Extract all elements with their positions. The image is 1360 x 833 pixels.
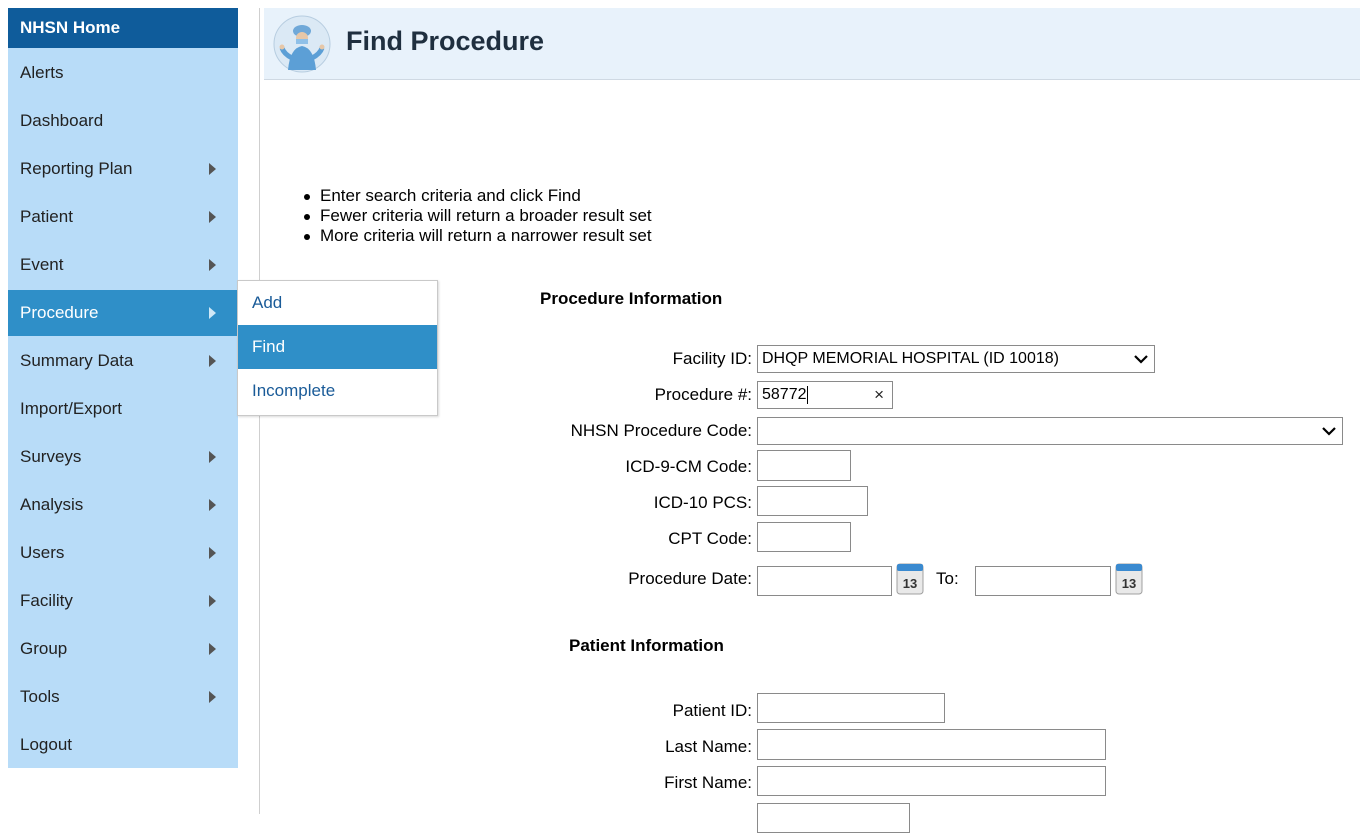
patient-id-input[interactable] bbox=[757, 693, 945, 723]
last-name-input[interactable] bbox=[757, 729, 1106, 760]
sidebar-item-label: Facility bbox=[20, 591, 73, 610]
icd9-label: ICD-9-CM Code: bbox=[625, 457, 752, 476]
procedure-flyout-menu: Add Find Incomplete bbox=[237, 280, 438, 416]
sidebar-item-label: Analysis bbox=[20, 495, 84, 514]
sidebar-item-logout[interactable]: Logout bbox=[8, 722, 238, 768]
procedure-date-from-input[interactable] bbox=[757, 566, 892, 596]
instruction-item: Fewer criteria will return a broader res… bbox=[300, 206, 652, 226]
chevron-right-icon bbox=[209, 307, 216, 319]
sidebar-item-label: Group bbox=[20, 639, 68, 658]
instructions-list: Enter search criteria and click Find Few… bbox=[300, 186, 652, 246]
sidebar-item-import-export[interactable]: Import/Export bbox=[8, 386, 238, 432]
sidebar-item-label: Procedure bbox=[20, 303, 99, 322]
ssn-input[interactable] bbox=[757, 803, 910, 833]
sidebar-item-nhsn-home[interactable]: NHSN Home bbox=[8, 8, 238, 48]
nhsn-procedure-code-label: NHSN Procedure Code: bbox=[570, 421, 752, 440]
sidebar-item-summary-data[interactable]: Summary Data bbox=[8, 338, 238, 384]
cpt-input[interactable] bbox=[757, 522, 851, 552]
sidebar-item-users[interactable]: Users bbox=[8, 530, 238, 576]
facility-selected-value: DHQP MEMORIAL HOSPITAL (ID 10018) bbox=[762, 350, 1059, 367]
sidebar-item-label: Alerts bbox=[20, 63, 64, 82]
chevron-right-icon bbox=[209, 547, 216, 559]
icd10-input[interactable] bbox=[757, 486, 868, 516]
sidebar-item-procedure[interactable]: Procedure bbox=[8, 290, 238, 336]
sidebar-item-label: Summary Data bbox=[20, 351, 134, 370]
sidebar-item-reporting-plan[interactable]: Reporting Plan bbox=[8, 146, 238, 192]
sidebar-item-label: Users bbox=[20, 543, 65, 562]
sidebar-item-dashboard[interactable]: Dashboard bbox=[8, 98, 238, 144]
chevron-right-icon bbox=[209, 259, 216, 271]
chevron-down-icon bbox=[1134, 355, 1148, 364]
sidebar-item-surveys[interactable]: Surveys bbox=[8, 434, 238, 480]
procedure-number-label: Procedure #: bbox=[654, 385, 752, 404]
sidebar-nav: NHSN Home Alerts Dashboard Reporting Pla… bbox=[8, 8, 238, 768]
sidebar-item-label: Reporting Plan bbox=[20, 159, 133, 178]
to-label: To: bbox=[936, 569, 959, 588]
procedure-date-label: Procedure Date: bbox=[628, 569, 752, 588]
chevron-right-icon bbox=[209, 499, 216, 511]
clear-icon[interactable]: × bbox=[874, 382, 884, 408]
calendar-icon[interactable]: 13 bbox=[896, 561, 924, 595]
sidebar-item-label: Logout bbox=[20, 735, 72, 754]
text-cursor bbox=[806, 385, 808, 404]
sidebar-item-event[interactable]: Event bbox=[8, 242, 238, 288]
chevron-down-icon bbox=[1322, 427, 1336, 436]
procedure-number-input[interactable]: 58772 × bbox=[757, 381, 893, 409]
surgeon-icon bbox=[273, 15, 331, 73]
sidebar-item-label: Tools bbox=[20, 687, 60, 706]
chevron-right-icon bbox=[209, 355, 216, 367]
page-title: Find Procedure bbox=[346, 26, 545, 56]
patient-section-title: Patient Information bbox=[569, 636, 724, 655]
sidebar-item-alerts[interactable]: Alerts bbox=[8, 50, 238, 96]
first-name-label: First Name: bbox=[664, 773, 752, 792]
procedure-date-to-input[interactable] bbox=[975, 566, 1111, 596]
calendar-day-text: 13 bbox=[1122, 576, 1136, 591]
sidebar-item-patient[interactable]: Patient bbox=[8, 194, 238, 240]
sidebar-item-facility[interactable]: Facility bbox=[8, 578, 238, 624]
procedure-number-value: 58772 bbox=[762, 386, 807, 403]
patient-id-label: Patient ID: bbox=[672, 701, 752, 720]
instruction-item: More criteria will return a narrower res… bbox=[300, 226, 652, 246]
sidebar-item-label: Dashboard bbox=[20, 111, 104, 130]
cpt-label: CPT Code: bbox=[668, 529, 752, 548]
sidebar-item-label: Patient bbox=[20, 207, 73, 226]
chevron-right-icon bbox=[209, 163, 216, 175]
sidebar-item-label: Import/Export bbox=[20, 399, 123, 418]
menu-item-find[interactable]: Find bbox=[238, 325, 437, 369]
calendar-icon[interactable]: 13 bbox=[1115, 561, 1143, 595]
facility-label: Facility ID: bbox=[672, 349, 752, 368]
sidebar-item-analysis[interactable]: Analysis bbox=[8, 482, 238, 528]
sidebar-item-label: NHSN Home bbox=[20, 18, 121, 37]
sidebar-item-group[interactable]: Group bbox=[8, 626, 238, 672]
procedure-section-title: Procedure Information bbox=[540, 289, 723, 308]
menu-item-incomplete[interactable]: Incomplete bbox=[238, 369, 437, 413]
icd10-label: ICD-10 PCS: bbox=[653, 493, 752, 512]
sidebar-item-tools[interactable]: Tools bbox=[8, 674, 238, 720]
nhsn-procedure-code-select[interactable] bbox=[757, 417, 1343, 445]
chevron-right-icon bbox=[209, 643, 216, 655]
instruction-item: Enter search criteria and click Find bbox=[300, 186, 652, 206]
page-header: Find Procedure bbox=[264, 8, 1360, 80]
facility-select[interactable]: DHQP MEMORIAL HOSPITAL (ID 10018) bbox=[757, 345, 1155, 373]
chevron-right-icon bbox=[209, 211, 216, 223]
sidebar-item-label: Event bbox=[20, 255, 64, 274]
sidebar-item-label: Surveys bbox=[20, 447, 82, 466]
chevron-right-icon bbox=[209, 451, 216, 463]
last-name-label: Last Name: bbox=[665, 737, 752, 756]
first-name-input[interactable] bbox=[757, 766, 1106, 796]
icd9-input[interactable] bbox=[757, 450, 851, 481]
calendar-day-text: 13 bbox=[903, 576, 917, 591]
chevron-right-icon bbox=[209, 595, 216, 607]
chevron-right-icon bbox=[209, 691, 216, 703]
menu-item-add[interactable]: Add bbox=[238, 281, 437, 325]
